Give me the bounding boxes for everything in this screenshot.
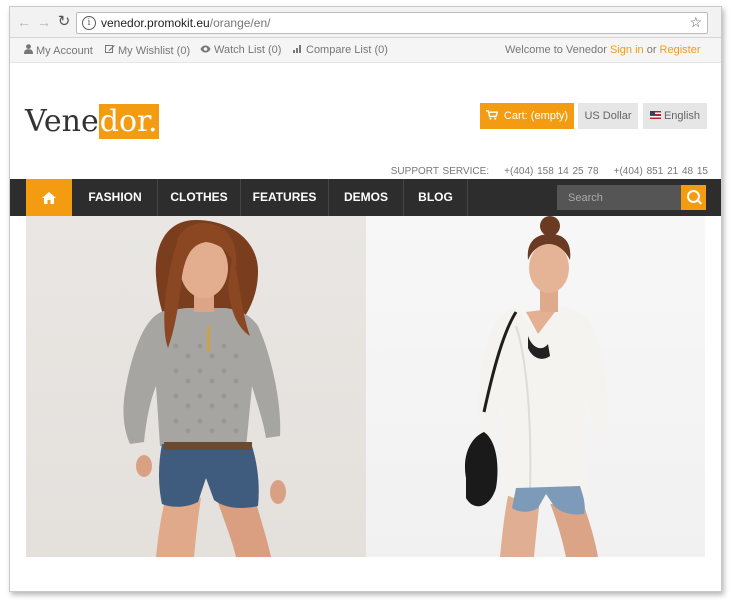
nav-item-clothes[interactable]: CLOTHES	[158, 179, 241, 216]
logo-text-highlight: dor.	[98, 104, 159, 139]
cart-button[interactable]: Cart: (empty)	[480, 103, 574, 129]
nav-label: FASHION	[88, 190, 142, 204]
logo-text-dark: Vene	[25, 104, 99, 139]
or-text: or	[646, 44, 657, 56]
nav-label: FEATURES	[252, 190, 317, 204]
eye-icon	[200, 45, 211, 53]
sign-in-link[interactable]: Sign in	[610, 44, 644, 56]
auth-links: Sign in or Register	[610, 44, 701, 56]
compare-list-label: Compare List (0)	[306, 44, 388, 56]
support-phone-1: +(404) 158 14 25 78	[504, 166, 599, 177]
language-selector[interactable]: English	[643, 103, 707, 129]
home-nav-button[interactable]	[26, 179, 72, 216]
nav-item-demos[interactable]: DEMOS	[329, 179, 404, 216]
arrow-left-icon[interactable]: ←	[16, 14, 32, 30]
nav-item-features[interactable]: FEATURES	[241, 179, 329, 216]
url-path: /orange/en/	[209, 16, 271, 30]
currency-label: US Dollar	[584, 110, 632, 122]
info-icon[interactable]: i	[82, 16, 96, 30]
browser-window: ← → ↻ i venedor.promokit.eu/orange/en/ ☆…	[9, 6, 722, 592]
browser-toolbar: ← → ↻ i venedor.promokit.eu/orange/en/ ☆	[10, 7, 721, 38]
us-flag-icon	[649, 111, 661, 119]
cart-label: Cart: (empty)	[503, 110, 569, 122]
nav-label: DEMOS	[343, 190, 388, 204]
user-icon	[24, 44, 33, 54]
hero-image-right[interactable]	[366, 216, 705, 557]
support-label: SUPPORT SERVICE:	[390, 166, 490, 177]
search-icon-handle	[697, 199, 702, 205]
search-button[interactable]	[681, 185, 706, 210]
address-bar[interactable]: i venedor.promokit.eu/orange/en/ ☆	[76, 12, 708, 34]
nav-label: CLOTHES	[170, 190, 228, 204]
compare-list-link[interactable]: Compare List (0)	[293, 44, 388, 56]
arrow-right-icon[interactable]: →	[36, 14, 52, 30]
star-icon[interactable]: ☆	[689, 14, 702, 31]
welcome-text: Welcome to Venedor	[505, 44, 607, 56]
my-wishlist-label: My Wishlist (0)	[118, 45, 191, 57]
my-account-label: My Account	[36, 45, 93, 57]
watch-list-link[interactable]: Watch List (0)	[200, 44, 281, 56]
bar-chart-icon	[293, 45, 301, 53]
home-icon	[42, 192, 56, 204]
main-nav: FASHION CLOTHES FEATURES DEMOS BLOG	[10, 179, 721, 216]
url-host: venedor.promokit.eu	[101, 16, 210, 30]
currency-selector[interactable]: US Dollar	[578, 103, 638, 129]
model-photo-right	[464, 216, 609, 557]
edit-icon	[105, 45, 115, 53]
account-bar: My Account My Wishlist (0) Watch List (0…	[10, 38, 721, 63]
watch-list-label: Watch List (0)	[214, 44, 282, 56]
nav-item-blog[interactable]: BLOG	[404, 179, 468, 216]
language-label: English	[663, 110, 701, 122]
search-input[interactable]	[557, 185, 681, 210]
site-logo[interactable]: Venedor.	[25, 104, 159, 139]
cart-icon	[485, 110, 499, 120]
my-account-link[interactable]: My Account	[24, 44, 93, 57]
nav-label: BLOG	[418, 190, 453, 204]
welcome-message: Welcome to Venedor	[505, 44, 607, 56]
my-wishlist-link[interactable]: My Wishlist (0)	[105, 44, 190, 57]
support-service: SUPPORT SERVICE: +(404) 158 14 25 78 +(4…	[391, 166, 708, 177]
reload-icon[interactable]: ↻	[56, 14, 72, 30]
register-link[interactable]: Register	[660, 44, 701, 56]
model-photo-left	[123, 220, 286, 557]
nav-item-fashion[interactable]: FASHION	[73, 179, 158, 216]
support-phone-2: +(404) 851 21 48 15	[613, 166, 708, 177]
url-text[interactable]: venedor.promokit.eu/orange/en/	[101, 16, 270, 30]
hero-image-left[interactable]	[26, 216, 366, 557]
